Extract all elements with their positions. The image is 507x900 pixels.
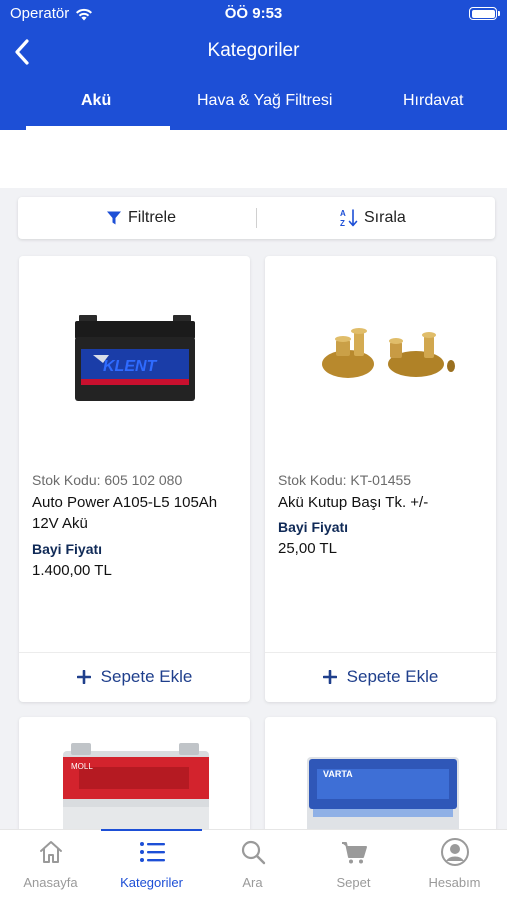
tab-hava-yag-filtresi[interactable]: Hava & Yağ Filtresi (197, 92, 332, 110)
tab-label: Ara (242, 875, 263, 890)
svg-text:VARTA: VARTA (323, 769, 353, 779)
product-price: 1.400,00 TL (32, 562, 112, 579)
sort-az-icon: A Z (340, 209, 358, 228)
list-icon (139, 842, 165, 862)
tab-anasayfa[interactable]: Anasayfa (0, 830, 101, 900)
product-card[interactable]: Stok Kodu: KT-01455 Akü Kutup Başı Tk. +… (265, 256, 496, 702)
tab-sepet[interactable]: Sepet (303, 830, 404, 900)
tab-hirdavat[interactable]: Hırdavat (403, 92, 463, 110)
product-stock-code: Stok Kodu: 605 102 080 (32, 472, 183, 488)
category-tabs: Akü Hava & Yağ Filtresi Hırdavat (0, 84, 507, 130)
filter-label: Filtrele (128, 209, 177, 226)
car-battery-image: KLENT (74, 314, 195, 401)
price-label: Bayi Fiyatı (278, 519, 349, 535)
tab-label: Hesabım (428, 875, 481, 890)
product-price: 25,00 TL (278, 540, 337, 557)
tab-label: Anasayfa (23, 875, 78, 890)
tab-label: Sepet (336, 875, 371, 890)
svg-text:KLENT: KLENT (103, 358, 158, 375)
product-image (265, 256, 496, 461)
plus-icon (76, 669, 91, 684)
product-name: Akü Kutup Başı Tk. +/- (278, 494, 429, 511)
status-time: ÖÖ 9:53 (224, 5, 283, 22)
tab-hesabim[interactable]: Hesabım (404, 830, 505, 900)
add-to-cart-label: Sepete Ekle (100, 666, 193, 686)
price-label: Bayi Fiyatı (32, 541, 103, 557)
bottom-tab-bar: Anasayfa Kategoriler Ara Sepet Hesabım (0, 829, 507, 900)
add-to-cart-button[interactable]: Sepete Ekle (265, 653, 496, 700)
toolbar-divider (256, 208, 257, 228)
account-icon (440, 838, 469, 866)
add-to-cart-label: Sepete Ekle (346, 666, 439, 686)
filter-sort-bar: Filtrele A Z Sırala (18, 197, 495, 239)
filter-icon (107, 211, 121, 225)
spacer-band (0, 130, 507, 188)
page-title: Kategoriler (207, 40, 300, 61)
svg-text:MOLL: MOLL (71, 762, 93, 771)
svg-text:Z: Z (340, 219, 345, 228)
sort-button[interactable]: A Z Sırala (340, 197, 406, 239)
tab-ara[interactable]: Ara (202, 830, 303, 900)
product-card[interactable]: KLENT Stok Kodu: 605 102 080 Auto Power … (19, 256, 250, 702)
tab-kategoriler[interactable]: Kategoriler (101, 830, 202, 900)
battery-terminals-image (321, 327, 455, 378)
status-bar: Operatör ÖÖ 9:53 (0, 4, 507, 24)
product-name: Auto Power A105-L5 105Ah 12V Akü (32, 494, 218, 532)
product-image: KLENT (19, 256, 250, 461)
cart-icon (341, 842, 367, 864)
search-icon (241, 840, 265, 865)
sort-label: Sırala (364, 209, 406, 226)
add-to-cart-button[interactable]: Sepete Ekle (19, 653, 250, 700)
tab-label: Kategoriler (120, 875, 183, 890)
svg-text:A: A (340, 209, 346, 218)
home-icon (39, 841, 62, 863)
app-header: Operatör ÖÖ 9:53 Kategoriler Akü Hava & … (0, 0, 507, 130)
tab-aku[interactable]: Akü (81, 92, 111, 110)
plus-icon (322, 669, 337, 684)
product-stock-code: Stok Kodu: KT-01455 (278, 472, 412, 488)
filter-button[interactable]: Filtrele (106, 197, 176, 239)
battery-icon (469, 7, 500, 20)
